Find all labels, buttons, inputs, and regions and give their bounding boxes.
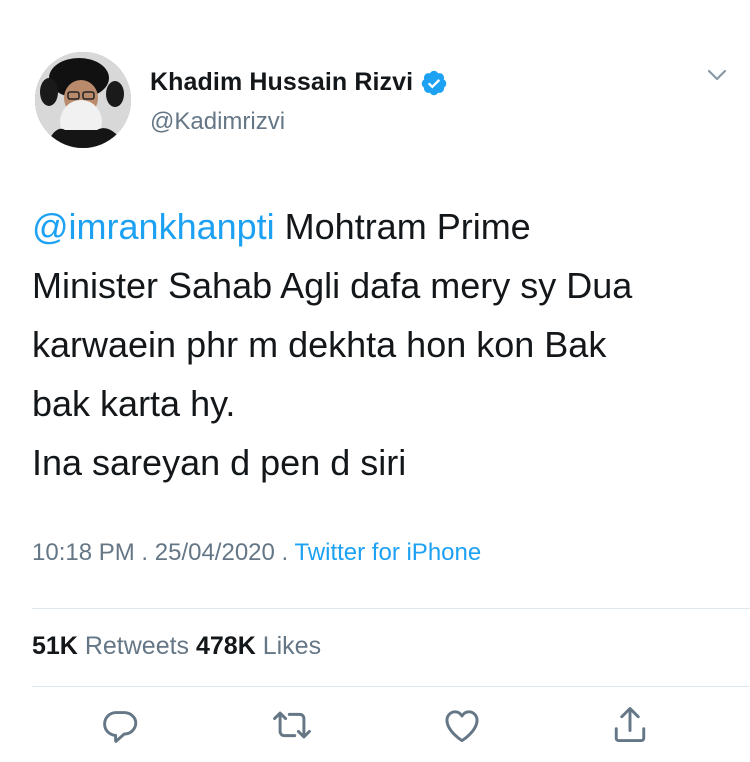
name-row: Khadim Hussain Rizvi bbox=[150, 68, 448, 97]
meta-separator: . bbox=[134, 539, 155, 566]
divider bbox=[32, 608, 750, 609]
retweet-icon[interactable] bbox=[270, 703, 314, 747]
avatar-image bbox=[35, 52, 131, 148]
tweet-line-1-text: Mohtram Prime bbox=[274, 206, 531, 247]
meta-separator: . bbox=[274, 539, 295, 566]
tweet-time[interactable]: 10:18 PM bbox=[32, 539, 135, 566]
tweet-line-4: bak karta hy. bbox=[32, 383, 236, 424]
retweets-label: Retweets bbox=[84, 632, 190, 660]
divider bbox=[32, 686, 750, 687]
tweet-line-5: Ina sareyan d pen d siri bbox=[32, 442, 407, 483]
tweet-line-3: karwaein phr m dekhta hon kon Bak bbox=[32, 324, 607, 365]
tweet-meta: 10:18 PM . 25/04/2020 . Twitter for iPho… bbox=[32, 539, 481, 567]
tweet-stats: 51K Retweets 478K Likes bbox=[32, 632, 321, 661]
action-bar bbox=[0, 703, 750, 751]
likes-label: Likes bbox=[262, 632, 322, 660]
tweet-header: Khadim Hussain Rizvi @Kadimrizvi bbox=[0, 0, 750, 180]
tweet-line-1: @imrankhanpti Mohtram Prime bbox=[32, 197, 722, 256]
reply-icon[interactable] bbox=[98, 703, 142, 747]
mention-link[interactable]: @imrankhanpti bbox=[32, 206, 275, 247]
likes-count: 478K bbox=[196, 632, 256, 660]
retweets-stat[interactable]: 51K Retweets bbox=[32, 632, 189, 660]
like-icon[interactable] bbox=[440, 703, 484, 747]
share-icon[interactable] bbox=[608, 703, 652, 747]
tweet-line-2: Minister Sahab Agli dafa mery sy Dua bbox=[32, 265, 633, 306]
likes-stat[interactable]: 478K Likes bbox=[196, 632, 321, 660]
chevron-down-icon[interactable] bbox=[703, 64, 731, 86]
retweets-count: 51K bbox=[32, 632, 78, 660]
verified-badge-icon bbox=[420, 69, 448, 97]
user-handle[interactable]: @Kadimrizvi bbox=[150, 108, 285, 136]
tweet-text: @imrankhanpti Mohtram Prime Minister Sah… bbox=[32, 197, 722, 492]
avatar[interactable] bbox=[35, 52, 131, 148]
tweet-date[interactable]: 25/04/2020 bbox=[155, 539, 275, 566]
display-name[interactable]: Khadim Hussain Rizvi bbox=[150, 68, 413, 97]
tweet-source[interactable]: Twitter for iPhone bbox=[294, 539, 481, 566]
